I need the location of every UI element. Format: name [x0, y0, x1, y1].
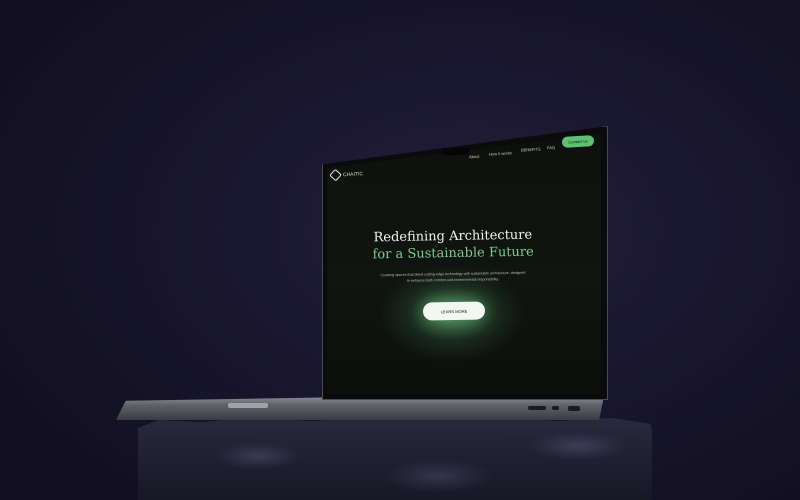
laptop-port — [528, 406, 546, 410]
laptop-base-notch — [228, 403, 268, 408]
brand-logo-text: CHAITIC — [342, 170, 364, 178]
hero-title: Redefining Architecture for a Sustainabl… — [358, 226, 549, 263]
camera-notch — [441, 147, 471, 156]
laptop-screen — [327, 134, 601, 394]
hero-title-line2: for a Sustainable Future — [372, 244, 534, 263]
nav-item-faq[interactable]: FAQ — [547, 145, 555, 150]
hero-subtitle: Creating spaces that blend cutting-edge … — [380, 270, 526, 283]
contact-us-button[interactable]: Contact us — [561, 135, 595, 148]
learn-more-button[interactable]: LEARN MORE — [422, 301, 486, 321]
laptop-port — [568, 406, 580, 411]
stone-pedestal — [138, 417, 652, 500]
laptop-port — [552, 406, 559, 410]
mockup-scene: CHAITIC About How It works BENEFITS FAQ … — [0, 0, 800, 500]
nav-item-about[interactable]: About — [469, 154, 480, 160]
hero-title-line1: Redefining Architecture — [373, 227, 533, 246]
brand-logo[interactable]: CHAITIC — [329, 168, 364, 182]
